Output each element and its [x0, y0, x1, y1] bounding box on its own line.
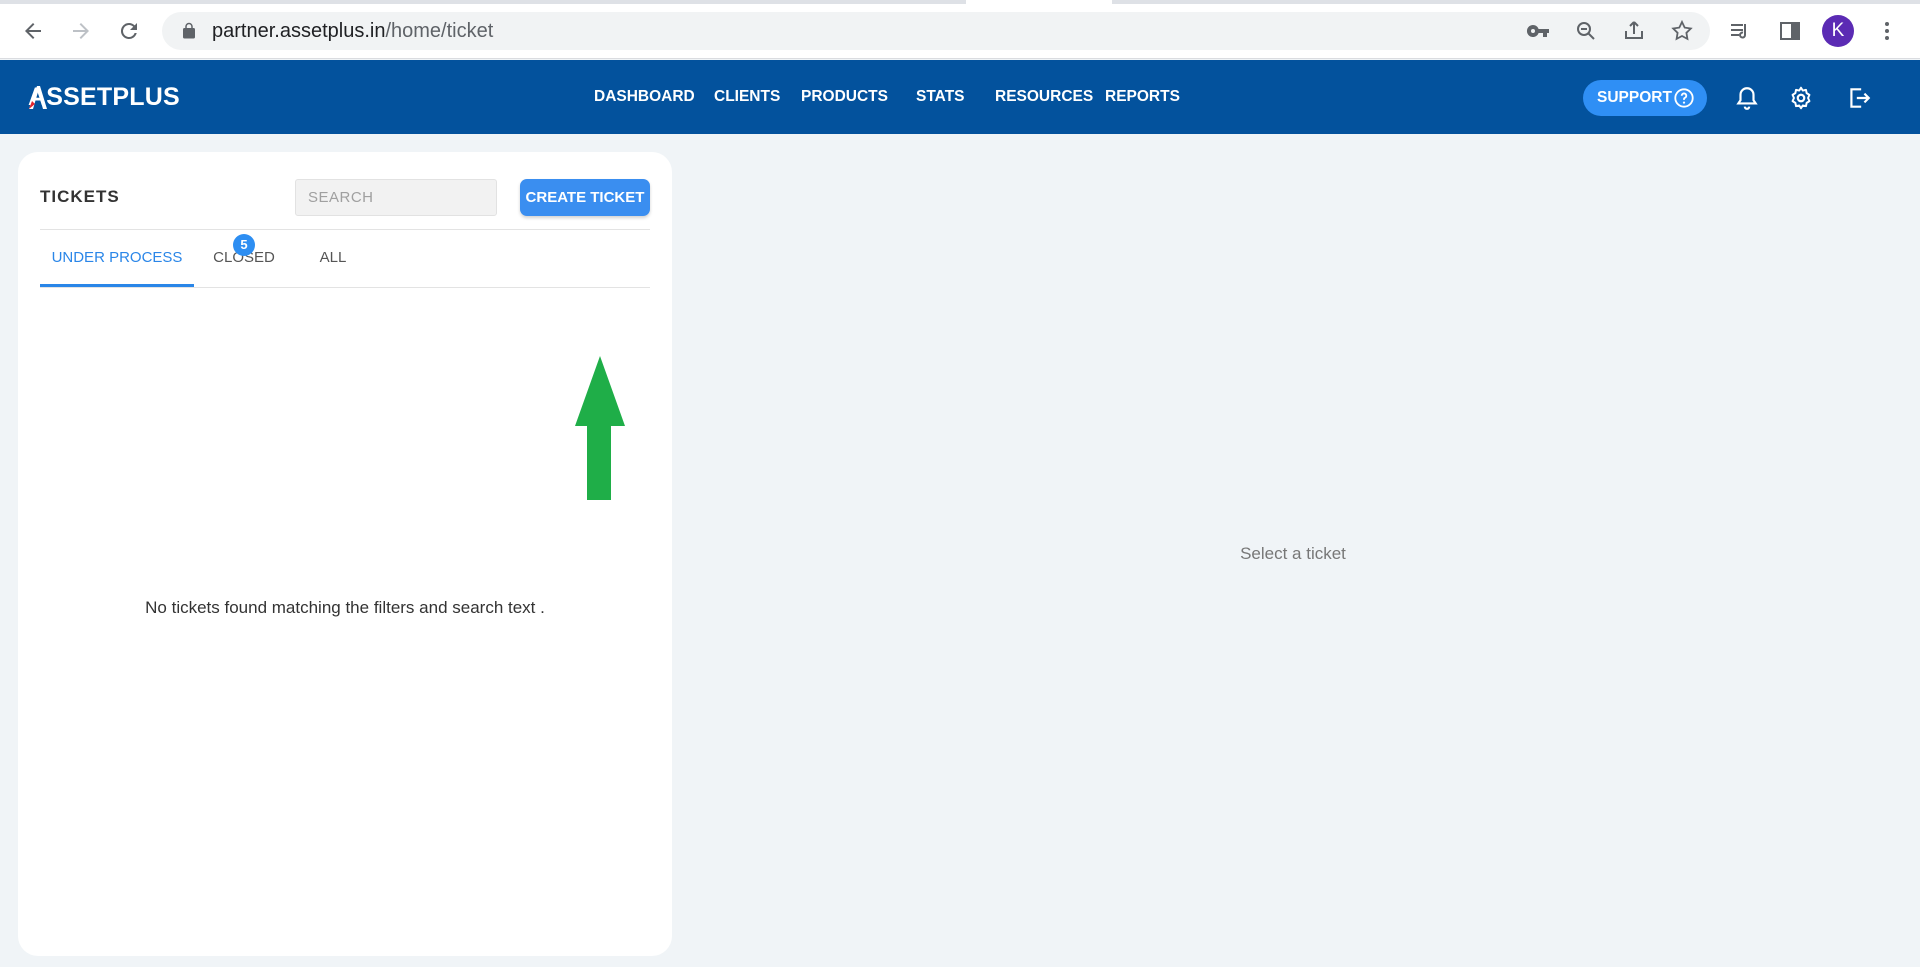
share-icon[interactable]	[1622, 19, 1646, 43]
nav-resources[interactable]: RESOURCES	[995, 86, 1093, 108]
media-control-icon[interactable]	[1728, 19, 1752, 43]
lock-icon[interactable]	[180, 22, 198, 40]
browser-toolbar: partner.assetplus.in/home/ticket K	[0, 0, 1920, 59]
nav-products[interactable]: PRODUCTS	[801, 86, 888, 108]
logo-mark-icon	[29, 86, 47, 109]
up-arrow-icon	[575, 356, 625, 500]
nav-clients[interactable]: CLIENTS	[714, 86, 780, 108]
tickets-title: TICKETS	[40, 187, 120, 206]
empty-state-message: No tickets found matching the filters an…	[145, 598, 545, 617]
help-circle-icon	[1674, 88, 1694, 108]
closed-count-badge: 5	[233, 234, 255, 256]
ticket-search-input[interactable]	[295, 179, 497, 216]
app-header: ASSETPLUS DASHBOARD CLIENTS PRODUCTS STA…	[0, 60, 1920, 134]
tab-under-process[interactable]: UNDER PROCESS	[40, 230, 194, 287]
reload-button[interactable]	[111, 13, 147, 49]
tickets-panel: TICKETS CREATE TICKET UNDER PROCESS CLOS…	[18, 152, 672, 956]
back-arrow-icon	[25, 23, 41, 39]
ticket-status-tabs: UNDER PROCESS CLOSED ALL	[40, 230, 650, 288]
logout-icon[interactable]	[1846, 85, 1872, 111]
bell-icon[interactable]	[1734, 85, 1760, 111]
url-path: /home/ticket	[385, 20, 494, 42]
nav-stats[interactable]: STATS	[916, 86, 965, 108]
logo-text: ASSETPLUS	[28, 83, 180, 111]
bookmark-star-icon[interactable]	[1670, 19, 1694, 43]
zoom-out-icon[interactable]	[1574, 19, 1598, 43]
support-label: SUPPORT	[1597, 89, 1672, 106]
forward-arrow-icon	[73, 23, 89, 39]
assetplus-logo[interactable]: ASSETPLUS	[28, 82, 180, 112]
reload-icon	[120, 22, 137, 39]
side-panel-icon[interactable]	[1778, 19, 1802, 43]
gear-icon[interactable]	[1788, 85, 1814, 111]
nav-dashboard[interactable]: DASHBOARD	[594, 86, 695, 108]
url-text[interactable]: partner.assetplus.in/home/ticket	[212, 20, 493, 42]
url-host: partner.assetplus.in	[212, 20, 386, 42]
profile-avatar[interactable]: K	[1822, 15, 1854, 47]
active-tab[interactable]	[966, 0, 1112, 4]
key-icon[interactable]	[1526, 19, 1550, 43]
nav-reports[interactable]: REPORTS	[1105, 86, 1180, 108]
ticket-detail-placeholder: Select a ticket	[1240, 544, 1346, 563]
kebab-menu-icon[interactable]	[1875, 19, 1899, 43]
back-button[interactable]	[15, 13, 51, 49]
forward-button[interactable]	[63, 13, 99, 49]
create-ticket-button[interactable]: CREATE TICKET	[520, 179, 650, 216]
tab-all[interactable]: ALL	[308, 230, 358, 287]
address-bar[interactable]: partner.assetplus.in/home/ticket	[162, 12, 1710, 50]
tab-strip	[0, 0, 1920, 4]
support-button[interactable]: SUPPORT	[1583, 80, 1707, 116]
